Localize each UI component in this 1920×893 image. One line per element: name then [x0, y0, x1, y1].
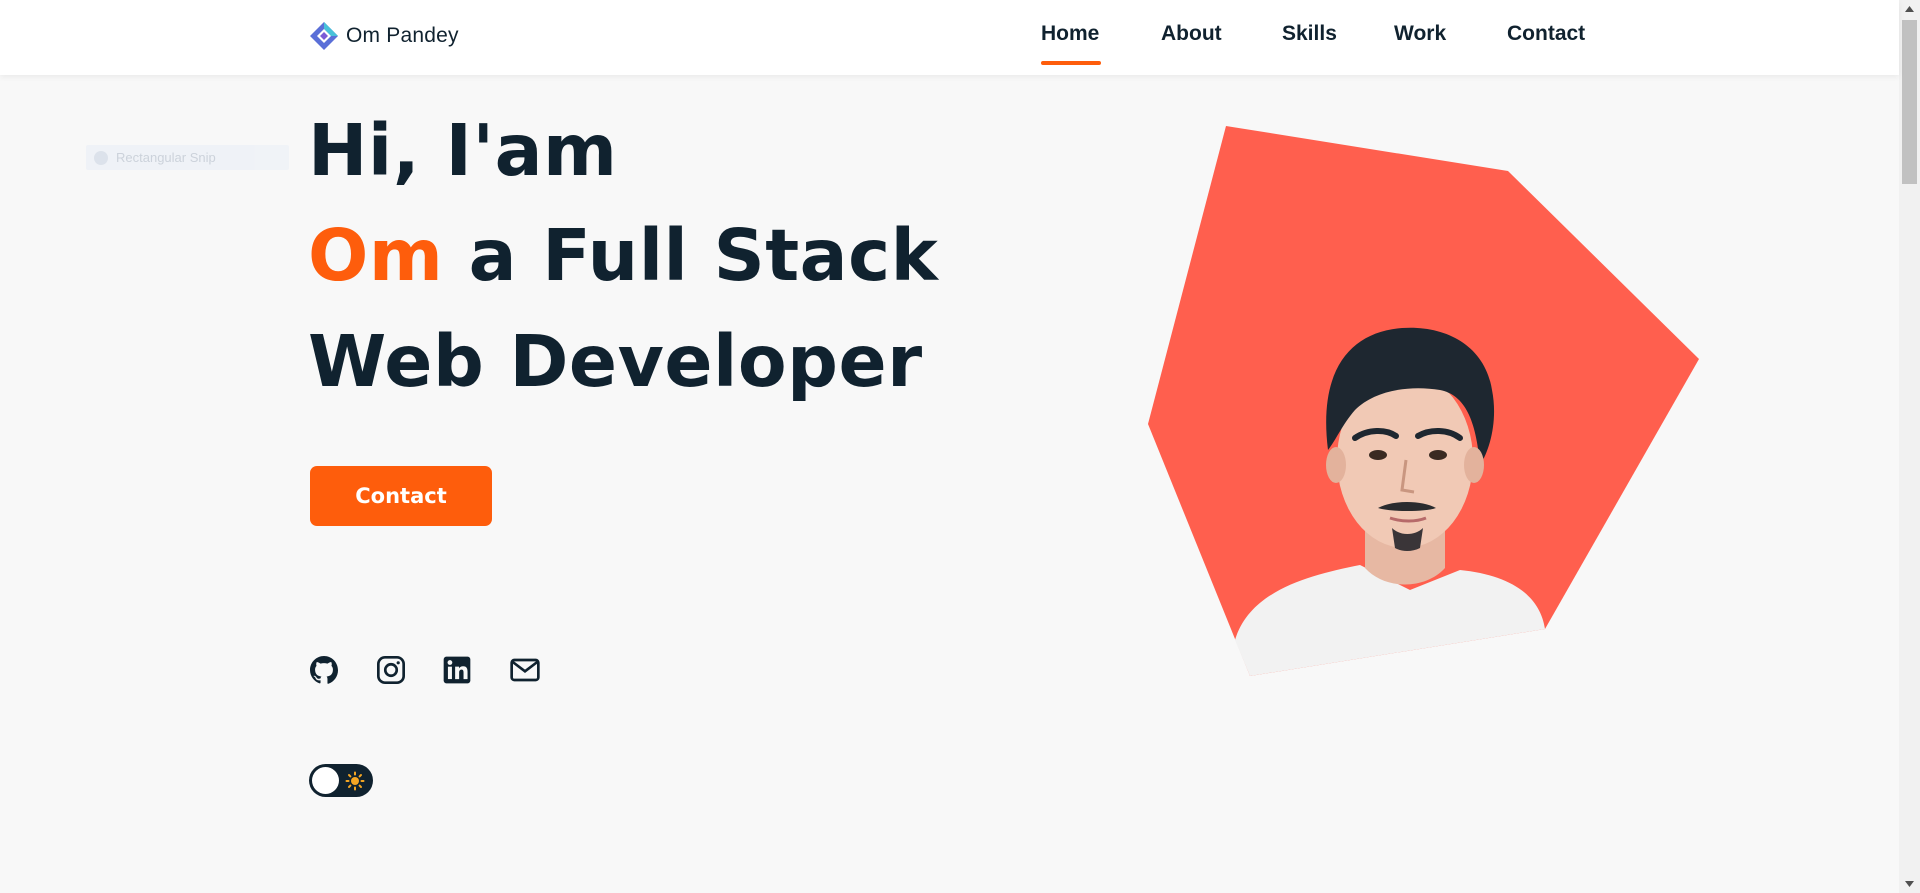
hero-role-line-2: Web Developer — [308, 320, 923, 403]
scroll-down-icon[interactable] — [1904, 878, 1915, 889]
instagram-icon — [377, 656, 405, 684]
nav-item-about[interactable]: About — [1161, 22, 1222, 46]
brand-name: Om Pandey — [346, 24, 459, 47]
toggle-knob — [312, 767, 339, 794]
page-scrollbar[interactable] — [1899, 0, 1920, 893]
instagram-link[interactable] — [373, 652, 409, 688]
theme-toggle[interactable] — [309, 764, 373, 797]
hero-contact-button[interactable]: Contact — [310, 466, 492, 526]
hero-image — [1148, 126, 1699, 676]
linkedin-link[interactable] — [439, 652, 475, 688]
snip-icon — [94, 150, 108, 165]
nav-active-indicator — [1041, 61, 1101, 65]
linkedin-icon — [443, 656, 471, 684]
hero-role-line: Om a Full Stack — [308, 220, 938, 291]
nav-item-skills[interactable]: Skills — [1282, 22, 1337, 46]
brand-logo-icon — [310, 22, 338, 50]
hero-role-text: a Full Stack — [468, 214, 939, 297]
mail-icon — [510, 658, 540, 682]
nav-item-contact[interactable]: Contact — [1507, 22, 1585, 46]
github-link[interactable] — [306, 652, 342, 688]
hero-name: Om — [308, 214, 444, 297]
snip-label: Rectangular Snip — [116, 150, 216, 165]
mail-link[interactable] — [507, 652, 543, 688]
hero-greeting: Hi, I'am — [308, 109, 618, 192]
scroll-up-icon[interactable] — [1904, 4, 1915, 15]
snip-tool-overlay: Rectangular Snip — [86, 145, 289, 170]
nav-item-home[interactable]: Home — [1041, 22, 1099, 46]
brand-link[interactable]: Om Pandey — [308, 20, 459, 52]
sun-icon — [345, 771, 365, 791]
scroll-thumb[interactable] — [1902, 20, 1917, 184]
nav-item-work[interactable]: Work — [1394, 22, 1446, 46]
site-header: Om Pandey Home About Skills Work Contact — [0, 0, 1899, 75]
github-icon — [310, 656, 338, 684]
